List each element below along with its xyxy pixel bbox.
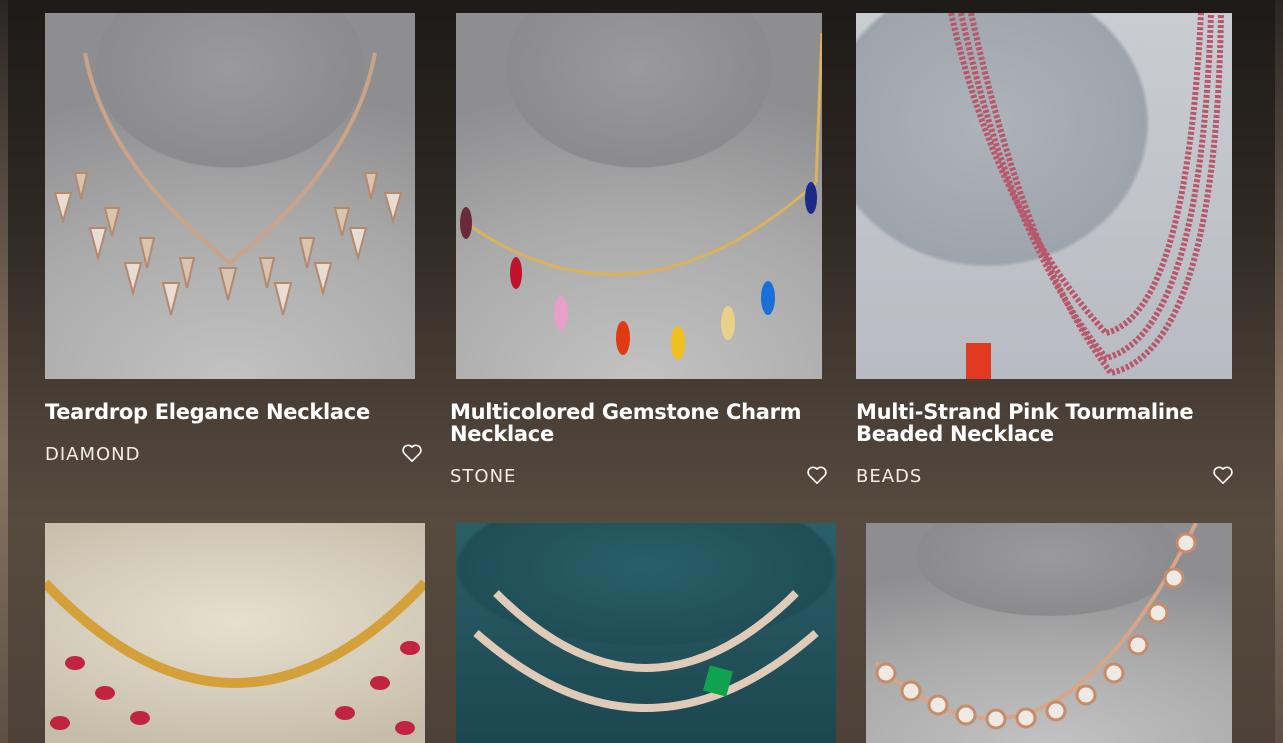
product-image[interactable] xyxy=(866,523,1232,743)
page-edge-right xyxy=(1275,0,1283,743)
product-card[interactable] xyxy=(0,0,1250,743)
necklace-illustration xyxy=(874,523,1198,730)
